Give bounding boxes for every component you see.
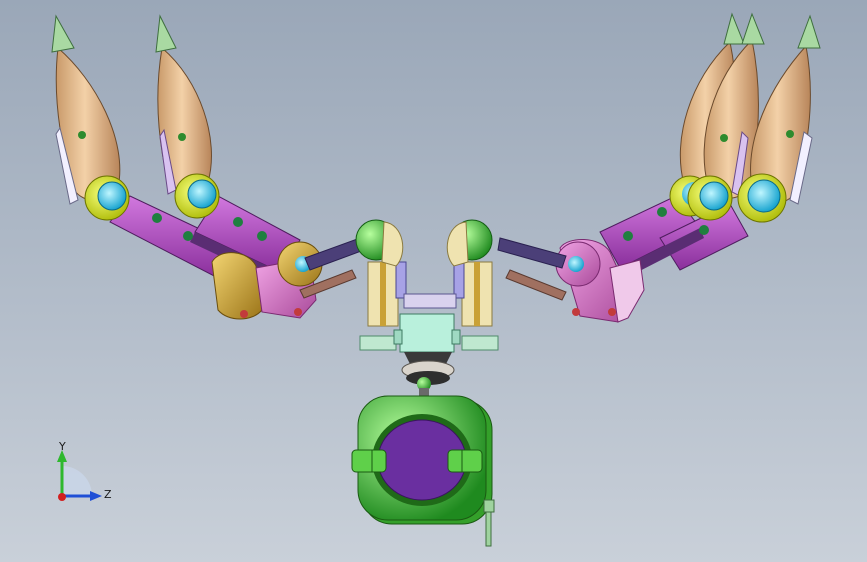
left-finger-2[interactable] bbox=[155, 14, 212, 195]
robot-hand-assembly[interactable] bbox=[0, 0, 867, 562]
triad-origin bbox=[58, 493, 66, 501]
right-drive-rod[interactable] bbox=[497, 237, 567, 269]
right-joint-3[interactable] bbox=[737, 173, 787, 223]
triad-plane bbox=[62, 466, 92, 496]
triad-z-arrow bbox=[90, 491, 102, 501]
right-finger-group[interactable] bbox=[497, 12, 821, 323]
right-joint-2[interactable] bbox=[687, 175, 733, 221]
center-mount[interactable] bbox=[355, 219, 499, 402]
wrist-base[interactable] bbox=[351, 395, 495, 547]
left-finger-group[interactable] bbox=[51, 14, 365, 320]
orientation-triad: Y Z bbox=[57, 440, 112, 501]
left-joint-1[interactable] bbox=[84, 175, 130, 221]
left-joint-2[interactable] bbox=[174, 173, 220, 219]
cad-viewport[interactable]: Y Z bbox=[0, 0, 867, 562]
triad-y-label: Y bbox=[58, 440, 66, 453]
triad-z-label: Z bbox=[104, 488, 112, 501]
